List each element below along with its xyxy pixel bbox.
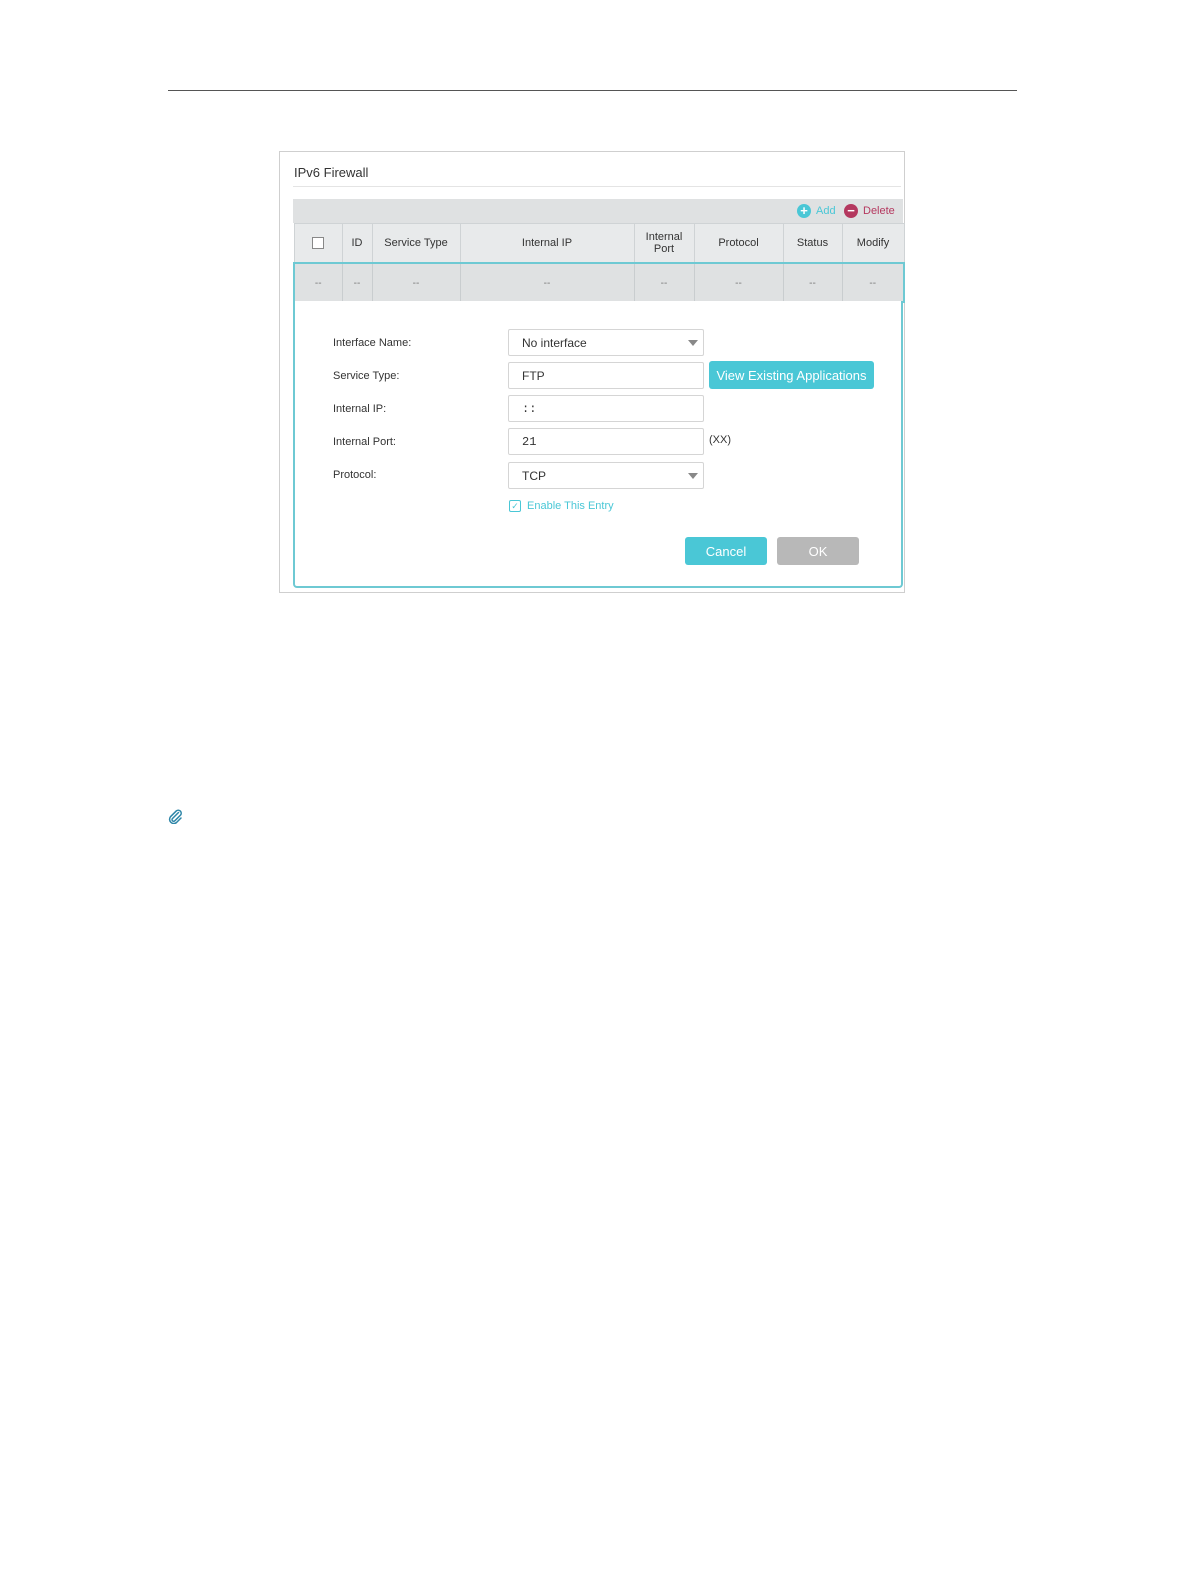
rules-table: ID Service Type Internal IP Internal Por… (293, 223, 905, 303)
header-modify: Modify (841, 223, 905, 264)
add-label: Add (816, 205, 836, 217)
header-protocol: Protocol (693, 223, 784, 264)
cancel-button[interactable]: Cancel (685, 537, 767, 565)
minus-circle-icon: − (844, 204, 858, 218)
table-cell: -- (693, 262, 784, 303)
table-header-row: ID Service Type Internal IP Internal Por… (293, 223, 905, 264)
page-top-rule (168, 90, 1017, 91)
header-id: ID (341, 223, 373, 264)
protocol-value: TCP (522, 468, 546, 483)
ipv6-firewall-panel: IPv6 Firewall + Add − Delete ID Service … (279, 151, 905, 593)
paperclip-icon (168, 809, 182, 824)
table-cell: -- (841, 262, 905, 303)
header-service-type: Service Type (371, 223, 461, 264)
internal-port-input[interactable]: 21 (508, 428, 704, 455)
protocol-select[interactable]: TCP (508, 462, 704, 489)
chevron-down-icon (688, 473, 698, 479)
table-cell: -- (633, 262, 695, 303)
entry-editor: Interface Name: No interface Service Typ… (293, 301, 903, 588)
delete-button[interactable]: − Delete (844, 199, 895, 223)
panel-title: IPv6 Firewall (294, 165, 369, 180)
table-row[interactable]: -- -- -- -- -- -- -- -- (293, 262, 905, 303)
enable-entry-toggle[interactable]: ✓ Enable This Entry (509, 500, 614, 512)
add-button[interactable]: + Add (797, 199, 836, 223)
protocol-label: Protocol: (333, 469, 377, 481)
delete-label: Delete (863, 205, 895, 217)
view-existing-applications-button[interactable]: View Existing Applications (709, 361, 874, 389)
table-cell: -- (782, 262, 843, 303)
table-cell: -- (293, 262, 343, 303)
header-status: Status (782, 223, 843, 264)
interface-name-label: Interface Name: (333, 337, 412, 349)
enable-entry-label: Enable This Entry (527, 500, 614, 512)
interface-name-select[interactable]: No interface (508, 329, 704, 356)
select-all-checkbox[interactable] (312, 237, 324, 250)
header-internal-ip: Internal IP (459, 223, 635, 264)
header-internal-port: Internal Port (633, 223, 695, 264)
service-type-label: Service Type: (333, 370, 400, 382)
internal-port-value: 21 (522, 434, 537, 449)
internal-ip-label: Internal IP: (333, 403, 387, 415)
service-type-input[interactable]: FTP (508, 362, 704, 389)
table-cell: -- (371, 262, 461, 303)
title-divider (293, 186, 901, 187)
table-cell: -- (459, 262, 635, 303)
header-select-all[interactable] (293, 223, 343, 264)
internal-ip-input[interactable]: :: (508, 395, 704, 422)
table-toolbar: + Add − Delete (293, 199, 903, 223)
table-cell: -- (341, 262, 373, 303)
check-icon[interactable]: ✓ (509, 500, 521, 512)
internal-ip-value: :: (522, 401, 537, 416)
interface-name-value: No interface (522, 335, 587, 350)
service-type-value: FTP (522, 368, 545, 383)
internal-port-label: Internal Port: (333, 436, 396, 448)
ok-button[interactable]: OK (777, 537, 859, 565)
port-format-hint: (XX) (709, 434, 731, 446)
plus-circle-icon: + (797, 204, 811, 218)
chevron-down-icon (688, 340, 698, 346)
